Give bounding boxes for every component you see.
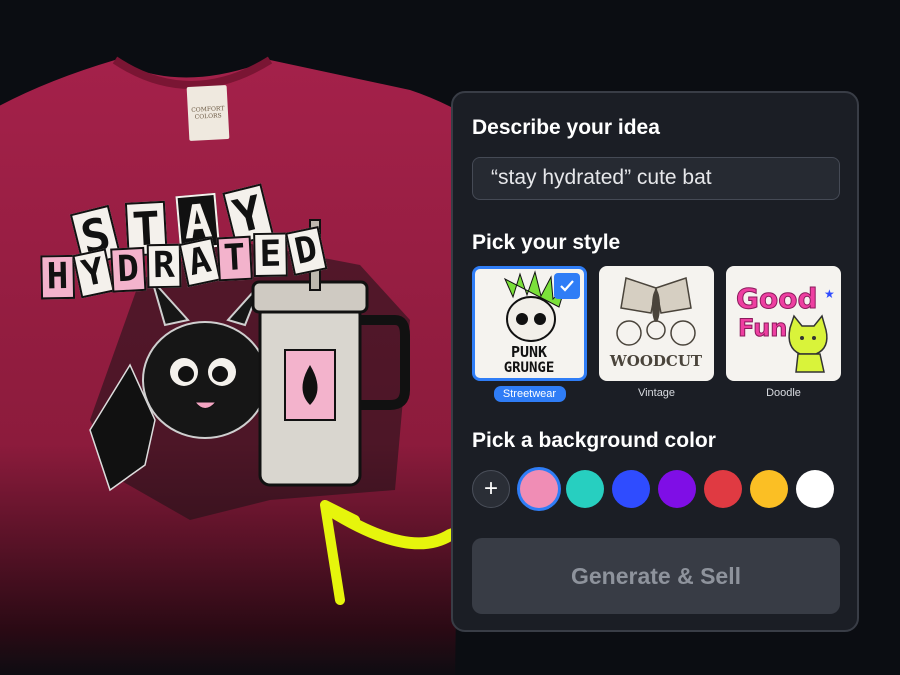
svg-text:Fun: Fun <box>738 314 787 342</box>
moth-icon: WOODCUT <box>609 277 703 370</box>
doodle-thumbnail: Good Fun ★ <box>726 266 841 381</box>
thumb-text-punk: PUNK <box>511 343 547 361</box>
hydrated-letter: D <box>110 246 147 293</box>
vintage-thumbnail: WOODCUT <box>599 266 714 381</box>
svg-text:★: ★ <box>824 287 835 301</box>
hydrated-letter: R <box>146 243 182 289</box>
style-label: Doodle <box>766 387 801 399</box>
color-swatches: + <box>472 470 842 510</box>
color-swatch[interactable] <box>796 470 834 508</box>
svg-text:GRUNGE: GRUNGE <box>504 360 555 376</box>
color-swatch[interactable] <box>520 470 558 508</box>
style-option-doodle[interactable]: Good Fun ★ Doodle <box>726 266 841 399</box>
hydrated-letter: E <box>253 232 288 278</box>
color-swatch[interactable] <box>612 470 650 508</box>
generate-sell-button[interactable]: Generate & Sell <box>472 538 840 614</box>
color-swatch[interactable] <box>566 470 604 508</box>
hydrated-letter: A <box>178 237 221 288</box>
hydrated-letter: H <box>40 254 75 300</box>
idea-input[interactable]: “stay hydrated” cute bat <box>472 157 840 200</box>
svg-text:WOODCUT: WOODCUT <box>609 352 703 370</box>
style-option-vintage[interactable]: WOODCUT Vintage <box>599 266 714 399</box>
cat-icon: Good Fun ★ <box>736 282 835 373</box>
check-icon <box>554 273 580 299</box>
stage: COMFORT COLORS S T A Y HYDRATED Describe… <box>0 0 900 675</box>
style-label: Vintage <box>637 387 676 399</box>
add-color-button[interactable]: + <box>472 470 510 508</box>
hydrated-letter: T <box>217 235 253 282</box>
shirt-neck-tag: COMFORT COLORS <box>186 84 230 142</box>
style-title: Pick your style <box>472 231 621 254</box>
style-picker: PUNK GRUNGE Streetwear WOODCUT Vintage G… <box>472 266 842 406</box>
hydrated-letter: Y <box>71 248 115 299</box>
color-swatch[interactable] <box>750 470 788 508</box>
hydrated-letter: D <box>284 226 328 277</box>
color-swatch[interactable] <box>704 470 742 508</box>
create-design-panel: Describe your idea “stay hydrated” cute … <box>451 91 859 632</box>
color-swatch[interactable] <box>658 470 696 508</box>
style-option-streetwear[interactable]: PUNK GRUNGE Streetwear <box>472 266 587 402</box>
idea-title: Describe your idea <box>472 116 660 139</box>
svg-text:Good: Good <box>736 282 818 315</box>
style-label: Streetwear <box>493 386 566 402</box>
color-title: Pick a background color <box>472 429 716 452</box>
streetwear-thumbnail: PUNK GRUNGE <box>472 266 587 381</box>
